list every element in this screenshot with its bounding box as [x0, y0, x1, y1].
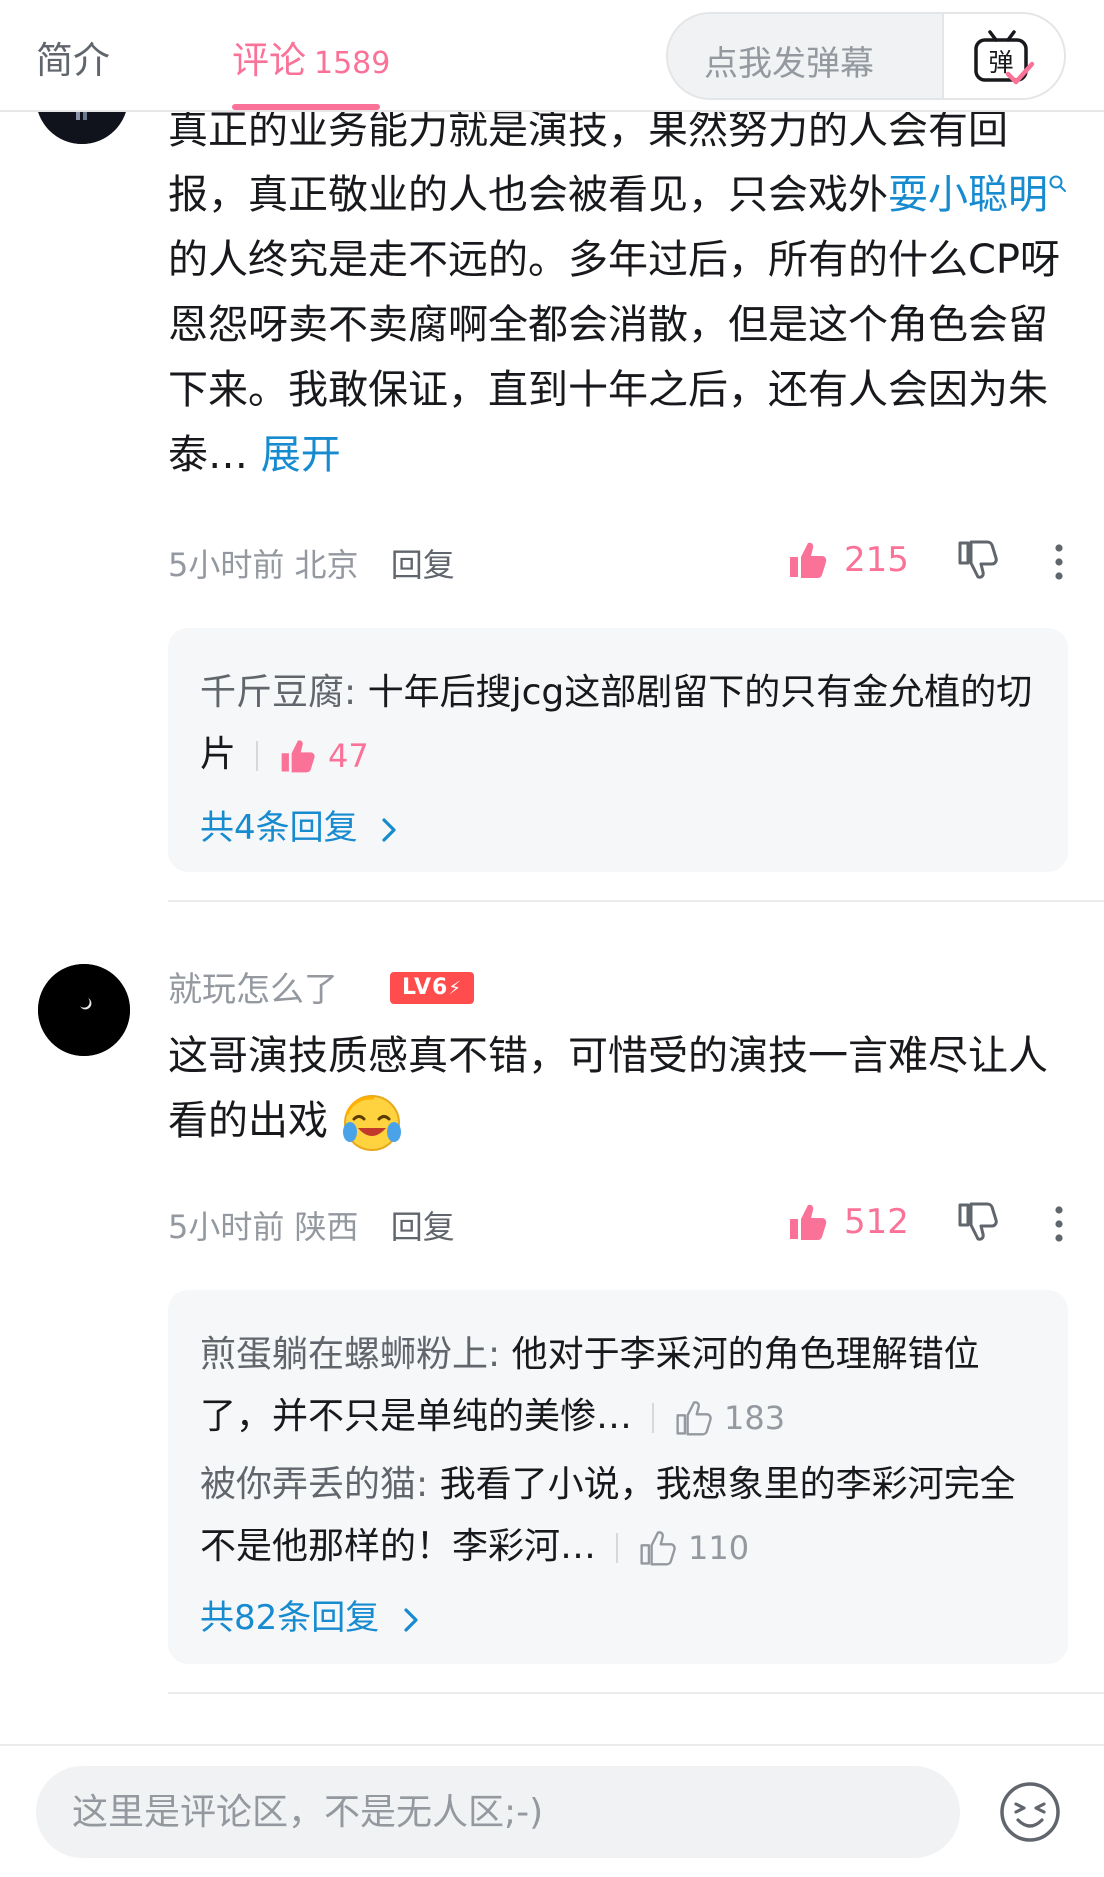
- tab-comments[interactable]: 评论 1589: [232, 30, 390, 84]
- comment-meta: 5小时前 陕西 回复: [168, 1202, 455, 1248]
- reply-like-button[interactable]: 47: [278, 725, 369, 787]
- laughing-crying-emoji-icon: [342, 1095, 401, 1151]
- reply-colon: :: [488, 1334, 512, 1375]
- reply-like-count: 110: [688, 1529, 750, 1567]
- reply-item[interactable]: 被你弄丢的猫: 我看了小说，我想象里的李彩河完全不是他那样的！李彩河… 110: [200, 1454, 1040, 1579]
- level-badge: LV6⚡: [390, 972, 474, 1004]
- reply-colon: :: [416, 1464, 440, 1505]
- tab-comments-label: 评论: [232, 39, 306, 82]
- like-count: 215: [844, 540, 909, 580]
- level-text: LV6: [402, 975, 449, 1000]
- reply-like-button[interactable]: 110: [638, 1517, 749, 1579]
- total-replies-label: 共82条回复: [200, 1598, 380, 1638]
- comment-content: 这哥演技质感真不错，可惜受的演技一言难尽让人看的出戏: [168, 1024, 1068, 1154]
- comments-count: 1589: [314, 46, 391, 81]
- reply-item[interactable]: 千斤豆腐: 十年后搜jcg这部剧留下的只有金允植的切片 47: [200, 662, 1040, 787]
- danmaku-placeholder[interactable]: 点我发弹幕: [704, 36, 874, 85]
- reply-colon: :: [344, 672, 368, 713]
- emoji-picker-icon[interactable]: [998, 1780, 1062, 1844]
- comment-meta: 5小时前 北京 回复: [168, 540, 455, 586]
- thumbs-up-outline-icon: [640, 1531, 676, 1566]
- comment-location: 陕西: [294, 1208, 359, 1246]
- keyword-text: 耍小聪明: [888, 172, 1048, 218]
- comment-time: 5小时前: [168, 546, 285, 584]
- reply-preview-box: 千斤豆腐: 十年后搜jcg这部剧留下的只有金允植的切片 47 共4条回复: [168, 628, 1068, 872]
- avatar-image: [38, 964, 130, 1056]
- lightning-icon: ⚡: [448, 978, 462, 999]
- view-all-replies-link[interactable]: 共82条回复: [200, 1590, 422, 1639]
- danmaku-entry[interactable]: 点我发弹幕 弹: [666, 12, 1066, 100]
- username[interactable]: 就玩怎么了: [168, 962, 338, 1011]
- danmaku-toggle-button[interactable]: 弹: [942, 14, 1064, 98]
- like-count: 512: [844, 1202, 909, 1242]
- expand-link[interactable]: 展开: [261, 432, 341, 478]
- active-tab-indicator: [232, 104, 380, 110]
- comment-input[interactable]: [36, 1766, 960, 1858]
- danmaku-tv-icon: 弹: [974, 30, 1035, 85]
- reply-separator: [256, 741, 259, 771]
- view-all-replies-link[interactable]: 共4条回复: [200, 800, 400, 849]
- thumbs-up-outline-icon: [676, 1401, 712, 1436]
- reply-button[interactable]: 回复: [391, 546, 455, 584]
- reply-separator: [652, 1403, 655, 1433]
- thumbs-up-filled-icon: [281, 740, 315, 773]
- comment-text-part: 真正的业务能力就是演技，果然努力的人会有回报，真正敬业的人也会被看见，只会戏外: [168, 107, 1008, 218]
- comment-content: 真正的业务能力就是演技，果然努力的人会有回报，真正敬业的人也会被看见，只会戏外耍…: [168, 98, 1068, 488]
- comment-text: 这哥演技质感真不错，可惜受的演技一言难尽让人看的出戏: [168, 1033, 1048, 1144]
- like-button[interactable]: 512: [786, 1200, 909, 1244]
- thumbs-down-icon[interactable]: [956, 538, 1000, 582]
- reply-like-count: 47: [328, 737, 369, 775]
- comment-divider: [168, 1692, 1104, 1694]
- tab-intro[interactable]: 简介: [36, 30, 110, 84]
- comment-location: 北京: [294, 546, 359, 584]
- comment-divider: [168, 900, 1104, 902]
- search-keyword-link[interactable]: 耍小聪明: [888, 172, 1068, 218]
- chevron-right-icon: [382, 817, 397, 842]
- reply-button[interactable]: 回复: [391, 1208, 455, 1246]
- comment-compose-bar: [0, 1744, 1104, 1877]
- comments-page: 简介 评论 1589 点我发弹幕 弹 真正的业务能力就是演技，果然努力的人会有回…: [0, 0, 1104, 1877]
- reply-author[interactable]: 千斤豆腐: [200, 672, 344, 713]
- thumbs-down-icon[interactable]: [956, 1200, 1000, 1244]
- thumbs-up-filled-icon: [790, 1204, 827, 1240]
- comment-time: 5小时前: [168, 1208, 285, 1246]
- total-replies-label: 共4条回复: [200, 808, 358, 848]
- reply-author[interactable]: 煎蛋躺在螺蛳粉上: [200, 1334, 488, 1375]
- search-icon: [1049, 175, 1066, 192]
- reply-like-count: 183: [724, 1399, 786, 1437]
- top-tab-bar: 简介 评论 1589 点我发弹幕 弹: [0, 0, 1104, 112]
- reply-separator: [616, 1533, 619, 1563]
- more-options-icon[interactable]: [1052, 542, 1066, 582]
- chevron-right-icon: [404, 1607, 418, 1632]
- more-options-icon[interactable]: [1052, 1204, 1066, 1244]
- thumbs-up-filled-icon: [790, 542, 827, 578]
- reply-item[interactable]: 煎蛋躺在螺蛳粉上: 他对于李采河的角色理解错位了，并不只是单纯的美惨… 183: [200, 1324, 1040, 1449]
- reply-author[interactable]: 被你弄丢的猫: [200, 1464, 416, 1505]
- reply-preview-box: 煎蛋躺在螺蛳粉上: 他对于李采河的角色理解错位了，并不只是单纯的美惨… 183 被…: [168, 1290, 1068, 1664]
- like-button[interactable]: 215: [786, 538, 909, 582]
- avatar[interactable]: [38, 964, 130, 1056]
- reply-like-button[interactable]: 183: [674, 1387, 785, 1449]
